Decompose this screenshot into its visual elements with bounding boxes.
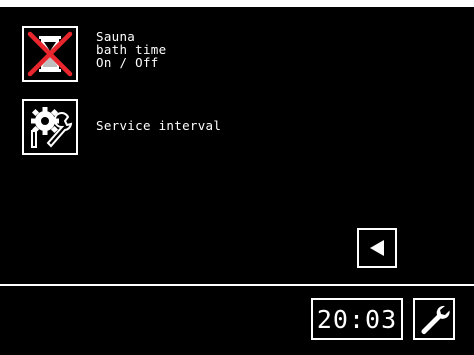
service-label-line-1: Service interval — [96, 118, 222, 133]
triangle-left-icon — [370, 240, 384, 256]
clock-display[interactable]: 20:03 — [311, 298, 403, 340]
wrench-icon — [421, 305, 450, 334]
service-interval-item[interactable]: Service interval — [22, 99, 221, 155]
top-bar — [0, 0, 474, 7]
bottom-divider — [0, 284, 474, 286]
gear-wrench-icon — [22, 99, 78, 155]
sauna-label-line-3: On / Off — [96, 55, 159, 70]
sauna-bath-time-toggle[interactable]: Sauna bath time On / Off — [22, 26, 166, 82]
hourglass-crossed-icon — [22, 26, 78, 82]
back-button[interactable] — [357, 228, 397, 268]
settings-button[interactable] — [413, 298, 455, 340]
sauna-bath-time-label: Sauna bath time On / Off — [96, 30, 166, 69]
service-interval-label: Service interval — [96, 119, 221, 132]
